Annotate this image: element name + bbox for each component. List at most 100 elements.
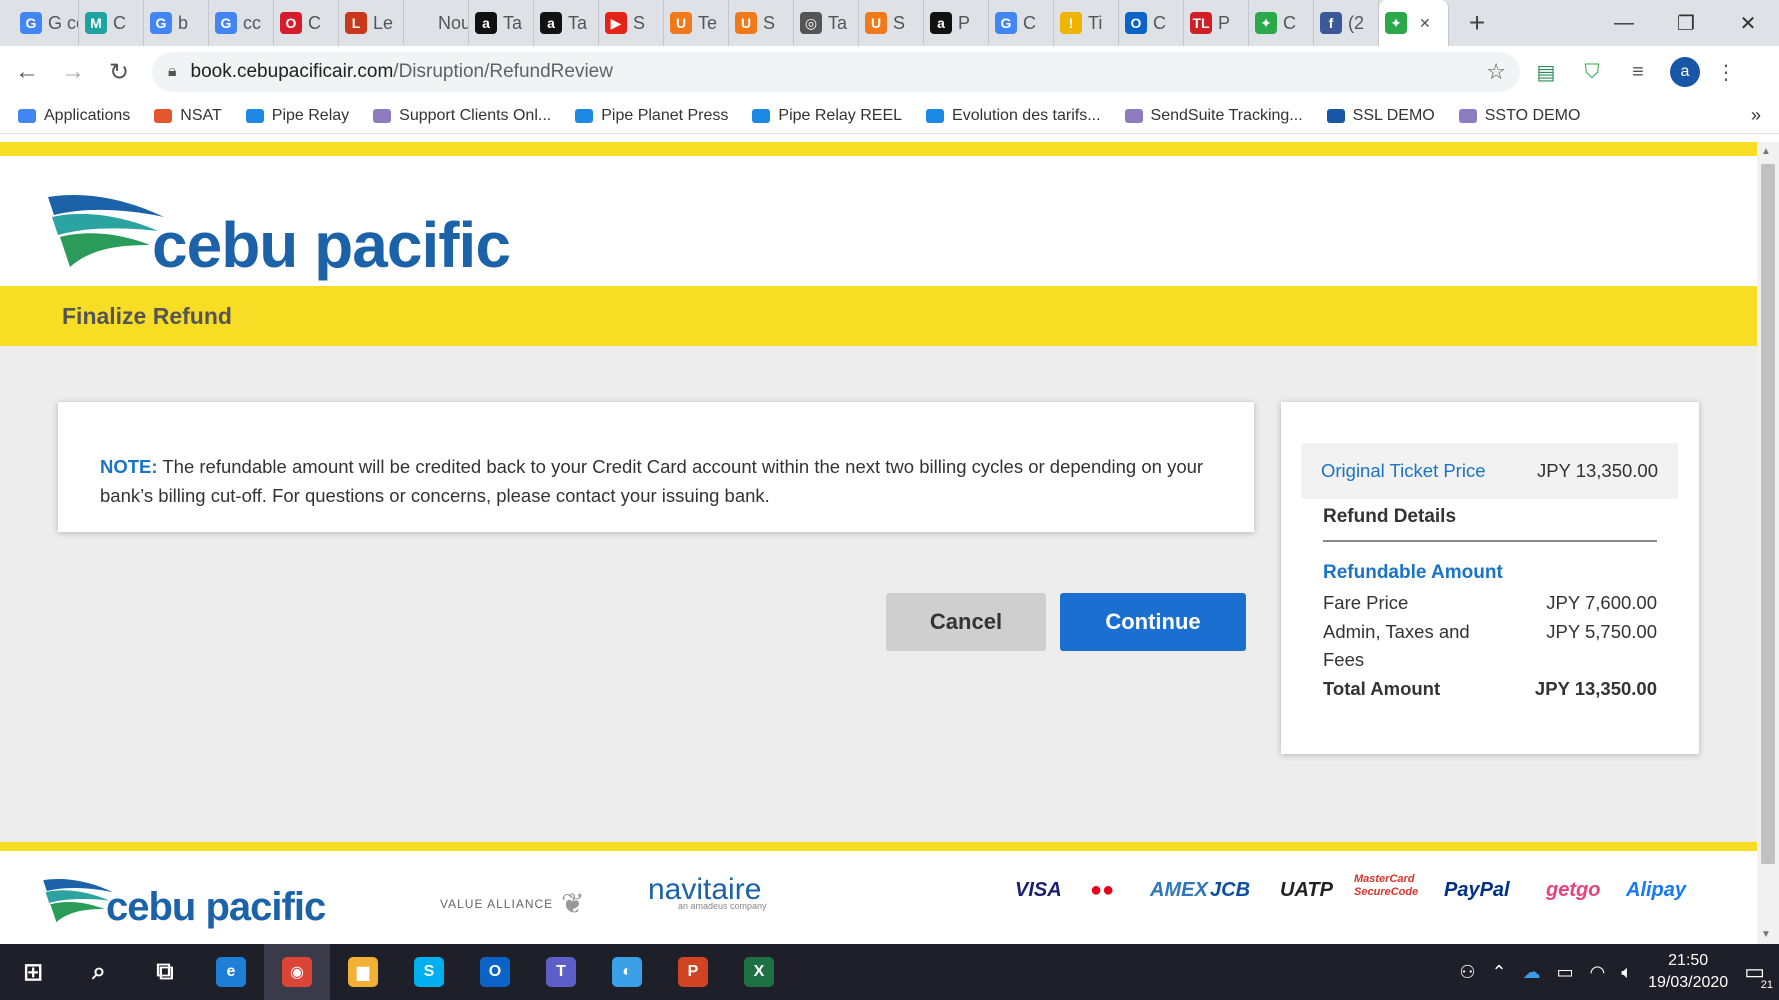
bookmark-favicon-icon	[373, 108, 392, 123]
browser-tab[interactable]: ✦ ✕	[1379, 0, 1449, 46]
bookmark-item[interactable]: SSTO DEMO	[1458, 107, 1580, 125]
wifi-icon[interactable]: ◠	[1590, 962, 1606, 983]
scroll-down-icon[interactable]: ▼	[1761, 929, 1771, 940]
back-arrow-icon[interactable]: ←	[8, 53, 46, 91]
outlook-icon[interactable]: O	[462, 944, 528, 1000]
task-view-icon[interactable]: ⧉	[132, 944, 198, 1000]
browser-tab[interactable]: U Te	[664, 0, 729, 46]
bookmark-item[interactable]: Pipe Relay	[245, 107, 349, 125]
browser-tab[interactable]: ! Ti	[1054, 0, 1119, 46]
bookmark-star-icon[interactable]: ☆	[1486, 59, 1506, 85]
note-text: The refundable amount will be credited b…	[100, 456, 1204, 506]
address-bar[interactable]: 🔒︎ book.cebupacificair.com/Disruption/Re…	[152, 52, 1520, 92]
refund-summary-card: Original Ticket Price JPY 13,350.00 Refu…	[1281, 402, 1699, 754]
people-icon[interactable]: ⚇	[1459, 962, 1475, 983]
notifications-icon[interactable]: ▭ 21	[1744, 959, 1773, 991]
browser-tab[interactable]: US	[729, 0, 794, 46]
tab-label: b	[178, 12, 189, 33]
powerpoint-icon[interactable]: P	[660, 944, 726, 1000]
restore-icon[interactable]: ❐	[1655, 0, 1717, 46]
fare-price-row: Fare Price JPY 7,600.00	[1323, 589, 1657, 617]
minimize-icon[interactable]: —	[1593, 0, 1655, 46]
start-icon[interactable]: ⊞	[0, 944, 66, 1000]
outlook-glyph: O	[480, 957, 510, 987]
close-window-icon[interactable]: ✕	[1717, 0, 1779, 46]
cancel-button[interactable]: Cancel	[886, 593, 1046, 651]
clock-time: 21:50	[1668, 952, 1709, 969]
forward-arrow-icon[interactable]: →	[54, 53, 92, 91]
browser-tab[interactable]: US	[859, 0, 924, 46]
youtube-icon: ▶	[605, 12, 627, 34]
chat-icon[interactable]: ◐	[594, 944, 660, 1000]
bookmark-item[interactable]: Pipe Planet Press	[575, 107, 728, 125]
browser-tab[interactable]: ▶ S	[599, 0, 664, 46]
skype-icon[interactable]: S	[396, 944, 462, 1000]
menu-kebab-icon[interactable]: ⋮	[1706, 52, 1746, 92]
fare-price-label: Fare Price	[1323, 592, 1409, 613]
teams-icon[interactable]: T	[528, 944, 594, 1000]
explorer-icon[interactable]: ▆	[330, 944, 396, 1000]
footer-logo-wordmark: cebu pacific	[106, 885, 326, 929]
battery-icon[interactable]: ▭	[1557, 962, 1574, 983]
browser-tab[interactable]: f (2	[1314, 0, 1379, 46]
payment-logo: ●●	[1090, 879, 1115, 901]
excel-icon[interactable]: X	[726, 944, 792, 1000]
browser-tab[interactable]: MC	[79, 0, 144, 46]
tab-label: Ta	[828, 12, 848, 33]
google-icon: G	[150, 12, 172, 34]
bookmark-favicon-icon	[1458, 108, 1477, 123]
extension-printer-icon[interactable]: ▤	[1526, 52, 1566, 92]
bookmark-item[interactable]: Evolution des tarifs...	[926, 107, 1101, 125]
browser-tab[interactable]: TL P	[1184, 0, 1249, 46]
onedrive-cloud-icon[interactable]: ☁	[1523, 962, 1541, 983]
bookmark-item[interactable]: SendSuite Tracking...	[1124, 107, 1303, 125]
taskbar-clock[interactable]: 21:50 19/03/2020	[1648, 950, 1728, 994]
bookmark-item[interactable]: Support Clients Onl...	[373, 107, 551, 125]
new-tab-plus-icon[interactable]: +	[1457, 3, 1497, 43]
bookmark-item[interactable]: NSAT	[154, 107, 222, 125]
browser-tab[interactable]: GC	[989, 0, 1054, 46]
browser-tab[interactable]: ◎ Ta	[794, 0, 859, 46]
search-icon[interactable]: ⌕	[66, 944, 132, 1000]
footer-cebu-pacific-logo[interactable]: cebu pacific	[42, 869, 326, 930]
page-viewport: cebu pacific Finalize Refund NOTE: The r…	[0, 142, 1757, 944]
browser-tab[interactable]: aP	[924, 0, 989, 46]
show-hidden-icons-chevron-icon[interactable]: ⌃	[1491, 962, 1506, 983]
total-amount-value: JPY 13,350.00	[1534, 678, 1657, 699]
amazon-icon: a	[930, 12, 952, 34]
browser-tab[interactable]: L Le	[339, 0, 404, 46]
tab-label: S	[763, 12, 776, 33]
tab-label: Te	[698, 12, 718, 33]
scroll-up-icon[interactable]: ▲	[1761, 146, 1771, 157]
chrome-icon[interactable]: ◉	[264, 944, 330, 1000]
u-icon: U	[670, 12, 692, 34]
page-scrollbar[interactable]: ▲ ▼	[1757, 142, 1779, 944]
close-tab-icon[interactable]: ✕	[1419, 15, 1431, 32]
scrollbar-thumb[interactable]	[1761, 164, 1775, 864]
bookmark-item[interactable]: SSL DEMO	[1326, 107, 1435, 125]
payment-logo: getgo	[1546, 879, 1601, 901]
bookmark-item[interactable]: Applications	[18, 107, 130, 125]
browser-tab[interactable]: a Ta	[469, 0, 534, 46]
browser-tab[interactable]: OC	[274, 0, 339, 46]
browser-tab[interactable]: G G cc	[14, 0, 79, 46]
browser-tab[interactable]: OC	[1119, 0, 1184, 46]
bookmarks-overflow-icon[interactable]: »	[1751, 105, 1761, 126]
browser-tab[interactable]: Gcc	[209, 0, 274, 46]
powerpoint-glyph: P	[678, 957, 708, 987]
browser-tab[interactable]: Gb	[144, 0, 209, 46]
extension-shield-icon[interactable]: ⛉	[1572, 52, 1612, 92]
lock-icon: 🔒︎	[168, 63, 177, 80]
bookmark-item[interactable]: Pipe Relay REEL	[752, 107, 902, 125]
cebu-pacific-logo[interactable]: cebu pacific	[46, 178, 511, 282]
browser-tab[interactable]: ✦ C	[1249, 0, 1314, 46]
bookmark-favicon-icon	[245, 108, 264, 123]
profile-avatar[interactable]: a	[1670, 57, 1700, 87]
volume-icon[interactable]: 🔈︎	[1621, 962, 1632, 983]
media-queue-icon[interactable]: ≡	[1618, 52, 1658, 92]
browser-tab[interactable]: a Ta	[534, 0, 599, 46]
browser-tab[interactable]: Nouv	[404, 0, 469, 46]
edge-icon[interactable]: e	[198, 944, 264, 1000]
reload-icon[interactable]: ↻	[100, 53, 138, 91]
continue-button[interactable]: Continue	[1060, 593, 1246, 651]
